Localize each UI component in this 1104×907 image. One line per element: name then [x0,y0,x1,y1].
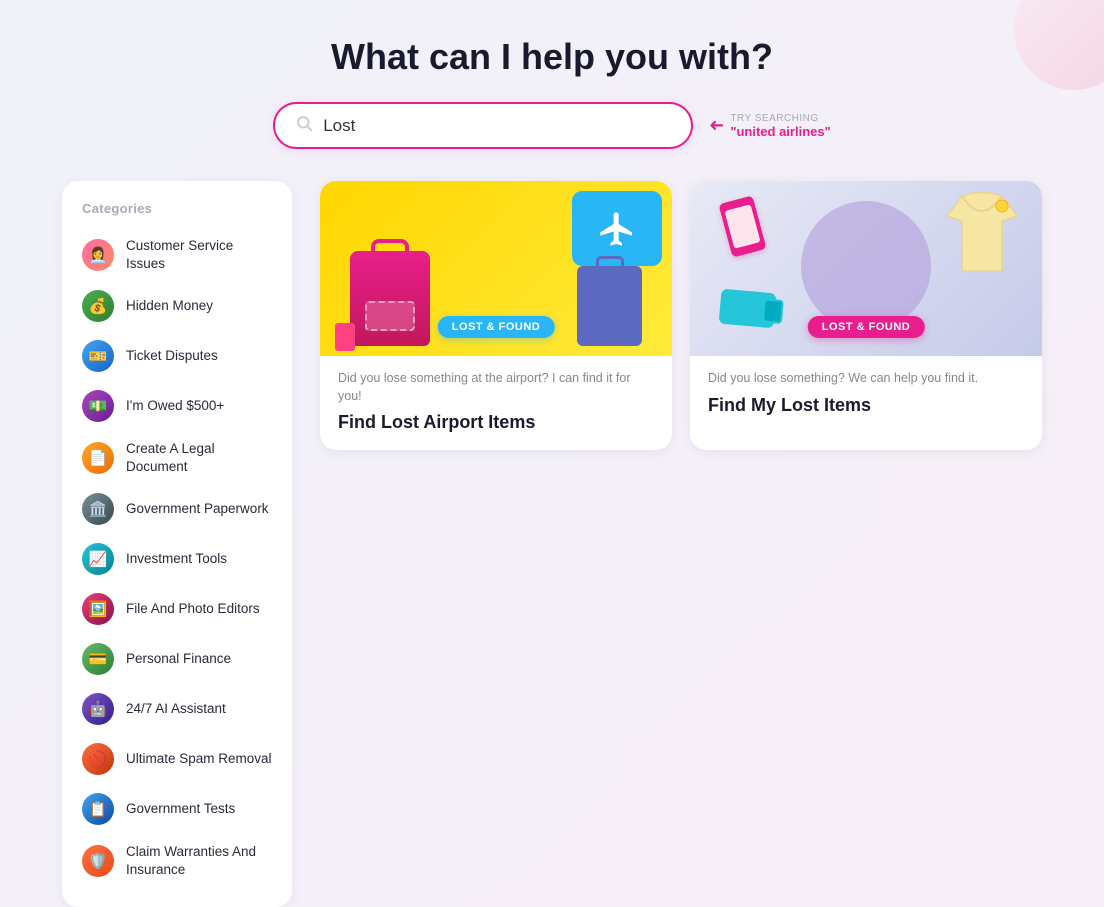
sidebar-icon-file-photo: 🖼️ [82,593,114,625]
sidebar: Categories 👩‍💼 Customer Service Issues 💰 Hi… [62,181,292,907]
sidebar-icon-owed-money: 💵 [82,390,114,422]
sidebar-item-investment-tools[interactable]: 📈 Investment Tools [62,534,292,584]
sidebar-title: Categories [62,201,292,228]
card-airport-body: Did you lose something at the airport? I… [320,356,672,450]
try-label: TRY SEARCHING [730,113,830,124]
card-items-desc: Did you lose something? We can help you … [708,370,1024,388]
sidebar-icon-personal-finance: 💳 [82,643,114,675]
sidebar-item-hidden-money[interactable]: 💰 Hidden Money [62,281,292,331]
sidebar-icon-claim-warranties: 🛡️ [82,845,114,877]
page-title: What can I help you with? [331,36,773,78]
sidebar-item-gov-tests[interactable]: 📋 Government Tests [62,784,292,834]
try-searching: ➜ TRY SEARCHING "united airlines" [709,113,831,139]
page-wrapper: What can I help you with? ➜ TRY SEARCHIN… [0,0,1104,907]
lost-found-badge-blue: LOST & FOUND [438,316,555,338]
sidebar-item-spam-removal[interactable]: 🚫 Ultimate Spam Removal [62,734,292,784]
search-input[interactable] [323,116,671,136]
sidebar-icon-ai-assistant: 🤖 [82,693,114,725]
card-airport-lost[interactable]: LOST & FOUND Did you lose something at t… [320,181,672,450]
sidebar-icon-gov-paperwork: 🏛️ [82,493,114,525]
sidebar-item-gov-paperwork[interactable]: 🏛️ Government Paperwork [62,484,292,534]
content-row: Categories 👩‍💼 Customer Service Issues 💰 Hi… [62,181,1042,907]
sweater-shape [942,191,1022,276]
sidebar-label-spam-removal: Ultimate Spam Removal [126,750,272,768]
sidebar-label-customer-service: Customer Service Issues [126,237,272,272]
wallet-icon [719,289,777,329]
sidebar-label-gov-paperwork: Government Paperwork [126,500,269,518]
sidebar-icon-investment-tools: 📈 [82,543,114,575]
bag-pocket [365,301,415,331]
try-arrow-icon: ➜ [709,115,724,136]
sidebar-label-hidden-money: Hidden Money [126,297,213,315]
sidebar-item-owed-money[interactable]: 💵 I'm Owed $500+ [62,381,292,431]
sidebar-label-owed-money: I'm Owed $500+ [126,397,224,415]
sidebar-icon-hidden-money: 💰 [82,290,114,322]
sidebar-item-claim-warranties[interactable]: 🛡️ Claim Warranties And Insurance [62,834,292,887]
card-airport-desc: Did you lose something at the airport? I… [338,370,654,405]
search-box [273,102,693,149]
sidebar-label-gov-tests: Government Tests [126,800,235,818]
sidebar-icon-ticket-disputes: 🎫 [82,340,114,372]
airport-bag [350,251,430,346]
sidebar-item-ai-assistant[interactable]: 🤖 24/7 AI Assistant [62,684,292,734]
sidebar-item-customer-service[interactable]: 👩‍💼 Customer Service Issues [62,228,292,281]
card-my-lost[interactable]: LOST & FOUND Did you lose something? We … [690,181,1042,450]
airport-plane-bg [572,191,662,266]
sidebar-label-ai-assistant: 24/7 AI Assistant [126,700,226,718]
card-airport-title: Find Lost Airport Items [338,411,654,434]
sidebar-icon-customer-service: 👩‍💼 [82,239,114,271]
items-circle-bg [801,201,931,331]
sidebar-icon-spam-removal: 🚫 [82,743,114,775]
sidebar-label-file-photo: File And Photo Editors [126,600,260,618]
try-value: "united airlines" [730,124,830,139]
bag-tag [335,323,355,351]
card-items-title: Find My Lost Items [708,394,1024,417]
search-icon [295,114,313,137]
sidebar-item-personal-finance[interactable]: 💳 Personal Finance [62,634,292,684]
deco-circle-tr [1014,0,1104,90]
sidebar-label-investment-tools: Investment Tools [126,550,227,568]
card-items-body: Did you lose something? We can help you … [690,356,1042,433]
sidebar-label-claim-warranties: Claim Warranties And Insurance [126,843,272,878]
sidebar-items-container: 👩‍💼 Customer Service Issues 💰 Hidden Money 🎫… [62,228,292,887]
sidebar-label-ticket-disputes: Ticket Disputes [126,347,218,365]
card-airport-image: LOST & FOUND [320,181,672,356]
sidebar-item-ticket-disputes[interactable]: 🎫 Ticket Disputes [62,331,292,381]
blue-suitcase [577,266,642,346]
lost-found-badge-pink: LOST & FOUND [808,316,925,338]
search-area: ➜ TRY SEARCHING "united airlines" [273,102,831,149]
cards-area: LOST & FOUND Did you lose something at t… [320,181,1042,450]
phone-icon [718,195,766,257]
sidebar-label-legal-document: Create A Legal Document [126,440,272,475]
card-items-image: LOST & FOUND [690,181,1042,356]
sidebar-icon-gov-tests: 📋 [82,793,114,825]
sidebar-item-legal-document[interactable]: 📄 Create A Legal Document [62,431,292,484]
sidebar-icon-legal-document: 📄 [82,442,114,474]
sidebar-item-file-photo[interactable]: 🖼️ File And Photo Editors [62,584,292,634]
sidebar-label-personal-finance: Personal Finance [126,650,231,668]
